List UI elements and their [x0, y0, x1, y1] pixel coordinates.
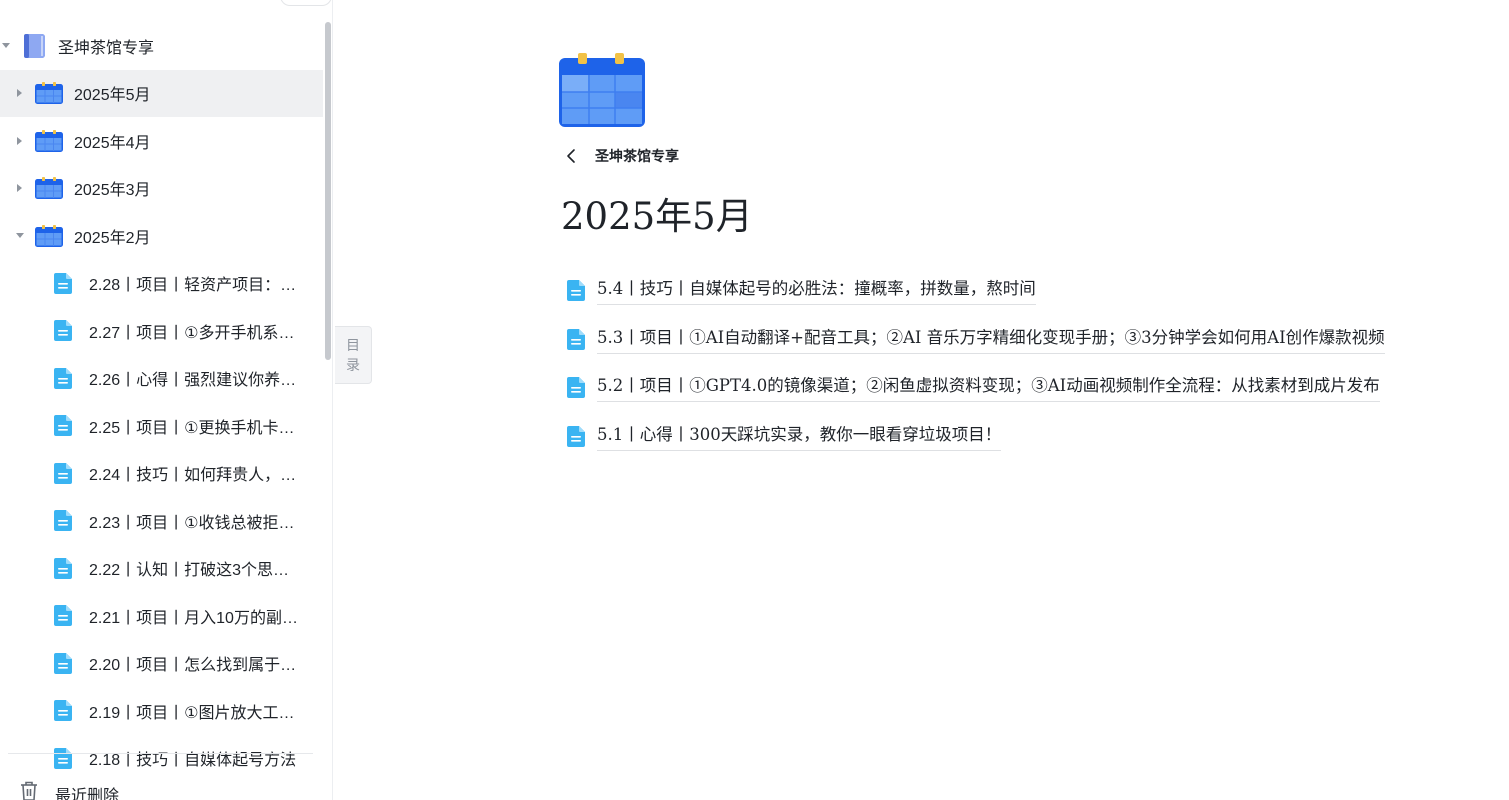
doc-icon [54, 462, 72, 484]
sidebar-item-doc[interactable]: 2.23丨项目丨①收钱总被拒？解决方案来了 [0, 497, 323, 545]
calendar-icon [35, 82, 63, 105]
caret-right-icon[interactable] [17, 89, 22, 98]
doc-icon [54, 320, 72, 342]
sidebar-item-label: 2.28丨项目丨轻资产项目：小成本月入过万，自媒体必备的4个副业 [89, 277, 301, 295]
caret-right-icon[interactable] [17, 136, 22, 145]
calendar-icon [35, 177, 63, 200]
page-title: 2025年5月 [561, 195, 753, 238]
sidebar-item-label: 2.18丨技巧丨自媒体起号方法 [89, 752, 297, 770]
sidebar-item-label: 2025年5月 [74, 87, 151, 105]
child-doc-list: 5.4丨技巧丨自媒体起号的必胜法：撞概率，拼数量，熬时间 5.3丨项目丨①AI自动… [565, 273, 1460, 467]
sidebar-item-doc[interactable]: 2.28丨项目丨轻资产项目：小成本月入过万，自媒体必备的4个副业 [0, 260, 323, 308]
child-doc-link[interactable]: 5.1丨心得丨300天踩坑实录，教你一眼看穿垃圾项目！ [565, 419, 1460, 468]
child-doc-link[interactable]: 5.2丨项目丨①GPT4.0的镜像渠道；②闲鱼虚拟资料变现；③AI动画视频制作全… [565, 370, 1460, 419]
doc-icon [54, 700, 72, 722]
sidebar-item-label: 2.24丨技巧丨如何拜贵人，让你少走十年弯路 [89, 467, 301, 485]
sidebar-item-root[interactable]: 圣坤茶馆专享 [0, 22, 323, 70]
calendar-icon [35, 224, 63, 247]
doc-icon [567, 425, 585, 447]
breadcrumb-parent-link[interactable]: 圣坤茶馆专享 [595, 146, 679, 166]
child-doc-link[interactable]: 5.3丨项目丨①AI自动翻译+配音工具；②AI 音乐万字精细化变现手册；③3分钟… [565, 322, 1460, 371]
breadcrumb[interactable]: 圣坤茶馆专享 [565, 145, 679, 167]
child-doc-title[interactable]: 5.2丨项目丨①GPT4.0的镜像渠道；②闲鱼虚拟资料变现；③AI动画视频制作全… [597, 374, 1380, 402]
sidebar-item-label: 2025年4月 [74, 134, 151, 152]
main-content: 圣坤茶馆专享 2025年5月 5.4丨技巧丨自媒体起号的必胜法：撞概率，拼数量，… [333, 0, 1509, 800]
doc-icon [54, 510, 72, 532]
sidebar-item-label: 圣坤茶馆专享 [58, 39, 155, 57]
sidebar-item-month[interactable]: 2025年3月 [0, 165, 323, 213]
sidebar-scroll-thumb[interactable] [325, 22, 331, 360]
child-doc-title[interactable]: 5.4丨技巧丨自媒体起号的必胜法：撞概率，拼数量，熬时间 [597, 277, 1036, 305]
sidebar-item-label: 2.23丨项目丨①收钱总被拒？解决方案来了 [89, 514, 301, 532]
doc-icon [567, 280, 585, 301]
sidebar-item-doc[interactable]: 2.22丨认知丨打破这3个思维误区 [0, 545, 323, 593]
doc-icon [54, 605, 72, 627]
sidebar-item-label: 2025年2月 [74, 229, 151, 247]
doc-icon [54, 557, 72, 579]
sidebar-item-label: 2.19丨项目丨①图片放大工具变现玩法 [89, 704, 301, 722]
sidebar-item-label: 2.22丨认知丨打破这3个思维误区 [89, 562, 301, 580]
caret-right-icon[interactable] [17, 184, 22, 193]
calendar-icon [35, 129, 63, 152]
doc-icon [54, 272, 72, 294]
doc-icon [54, 367, 72, 389]
sidebar-item-label: 2.26丨心得丨强烈建议你养成这个习惯 [89, 372, 301, 390]
doc-icon [54, 747, 72, 769]
recent-deleted-button[interactable]: 最近删除 [0, 770, 323, 800]
caret-down-icon[interactable] [16, 233, 24, 239]
doc-icon [567, 328, 585, 350]
sidebar-item-label: 2.25丨项目丨①更换手机卡赚取差价；②如何选品 [89, 419, 301, 437]
sidebar-item-month[interactable]: 2025年5月 [0, 69, 323, 117]
trash-icon [21, 781, 37, 800]
child-doc-title[interactable]: 5.3丨项目丨①AI自动翻译+配音工具；②AI 音乐万字精细化变现手册；③3分钟… [597, 326, 1385, 354]
child-doc-link[interactable]: 5.4丨技巧丨自媒体起号的必胜法：撞概率，拼数量，熬时间 [565, 273, 1460, 322]
calendar-icon [559, 53, 645, 127]
sidebar-item-label: 2025年3月 [74, 182, 151, 200]
sidebar-item-doc[interactable]: 2.27丨项目丨①多开手机系统，赚钱效率翻倍；②零成本玩转AI [0, 307, 323, 355]
sidebar-item-doc[interactable]: 2.25丨项目丨①更换手机卡赚取差价；②如何选品 [0, 402, 323, 450]
sidebar-item-label: 2.21丨项目丨月入10万的副业项目拆解 [89, 609, 301, 627]
sidebar-item-doc[interactable]: 2.20丨项目丨怎么找到属于自己的赛道 [0, 640, 323, 688]
book-icon [24, 33, 45, 58]
recent-deleted-label: 最近删除 [55, 788, 120, 800]
sidebar-item-doc[interactable]: 2.24丨技巧丨如何拜贵人，让你少走十年弯路 [0, 450, 323, 498]
sidebar-item-month[interactable]: 2025年4月 [0, 117, 323, 165]
sidebar-divider [8, 753, 313, 754]
sidebar-item-doc[interactable]: 2.19丨项目丨①图片放大工具变现玩法 [0, 687, 323, 735]
doc-icon [54, 652, 72, 674]
doc-icon [54, 415, 72, 437]
caret-down-icon[interactable] [2, 43, 10, 49]
child-doc-title[interactable]: 5.1丨心得丨300天踩坑实录，教你一眼看穿垃圾项目！ [597, 423, 1002, 451]
sidebar-item-doc[interactable]: 2.21丨项目丨月入10万的副业项目拆解 [0, 592, 323, 640]
sidebar-item-doc[interactable]: 2.26丨心得丨强烈建议你养成这个习惯 [0, 355, 323, 403]
sidebar-item-label: 2.27丨项目丨①多开手机系统，赚钱效率翻倍；②零成本玩转AI [89, 324, 301, 342]
sidebar: 圣坤茶馆专享 2025年5月 2025年4月 2025年3月 2025年2月 2… [0, 0, 333, 800]
chevron-left-icon[interactable] [565, 148, 577, 164]
sidebar-item-label: 2.20丨项目丨怎么找到属于自己的赛道 [89, 657, 301, 675]
sidebar-tree: 圣坤茶馆专享 2025年5月 2025年4月 2025年3月 2025年2月 2… [0, 22, 323, 782]
doc-icon [567, 377, 585, 398]
sidebar-item-month[interactable]: 2025年2月 [0, 212, 323, 260]
